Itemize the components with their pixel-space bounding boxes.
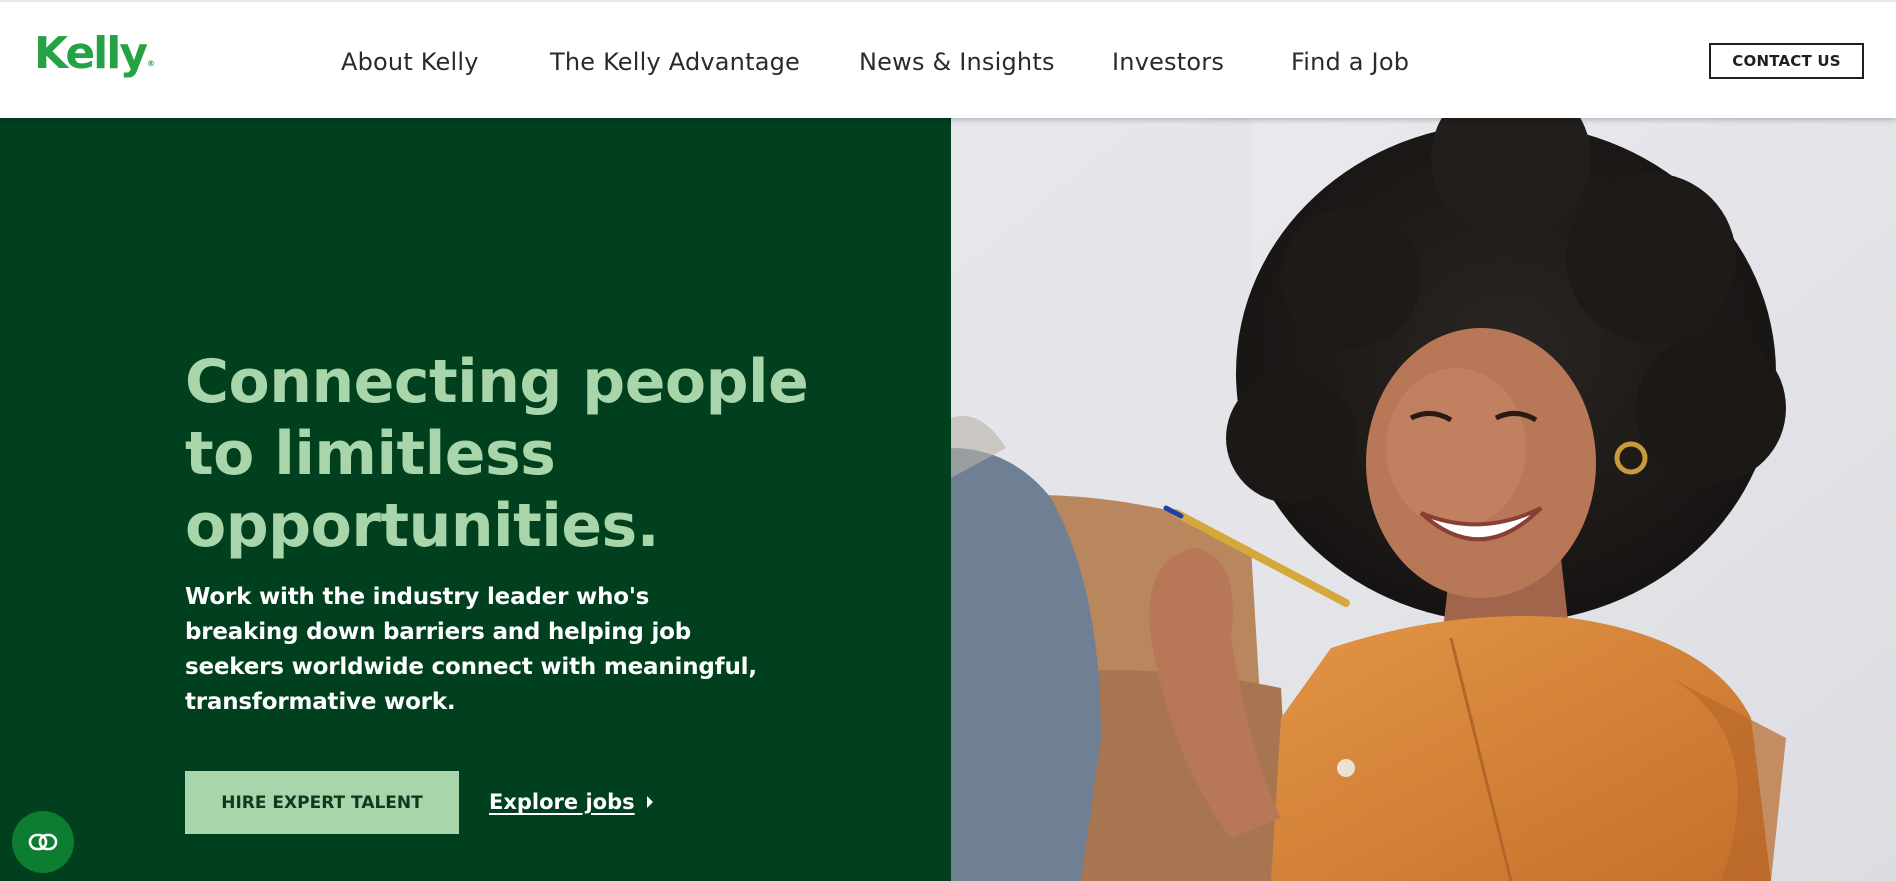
hire-expert-talent-button[interactable]: HIRE EXPERT TALENT bbox=[185, 771, 459, 834]
explore-jobs-link[interactable]: Explore jobs bbox=[489, 788, 653, 816]
contact-us-button[interactable]: CONTACT US bbox=[1709, 43, 1864, 79]
nav-investors[interactable]: Investors bbox=[1112, 48, 1224, 76]
accessibility-glyph-icon bbox=[28, 833, 58, 851]
hero-panel: Connecting people to limitless opportuni… bbox=[0, 118, 951, 881]
smiling-woman-photo-icon bbox=[951, 118, 1896, 881]
site-header: Kelly® About Kelly The Kelly Advantage N… bbox=[0, 0, 1896, 118]
explore-jobs-label: Explore jobs bbox=[489, 790, 635, 814]
hero-headline: Connecting people to limitless opportuni… bbox=[185, 347, 809, 561]
caret-right-icon bbox=[646, 796, 653, 808]
hero-subtext: Work with the industry leader who's brea… bbox=[185, 584, 757, 715]
nav-find-a-job[interactable]: Find a Job bbox=[1291, 48, 1409, 76]
nav-about-kelly[interactable]: About Kelly bbox=[341, 48, 479, 76]
main-nav: About Kelly The Kelly Advantage News & I… bbox=[0, 48, 1896, 78]
nav-news-insights[interactable]: News & Insights bbox=[859, 48, 1055, 76]
hero-photo bbox=[951, 118, 1896, 881]
accessibility-toggle-icon[interactable] bbox=[12, 811, 74, 873]
nav-kelly-advantage[interactable]: The Kelly Advantage bbox=[550, 48, 800, 76]
